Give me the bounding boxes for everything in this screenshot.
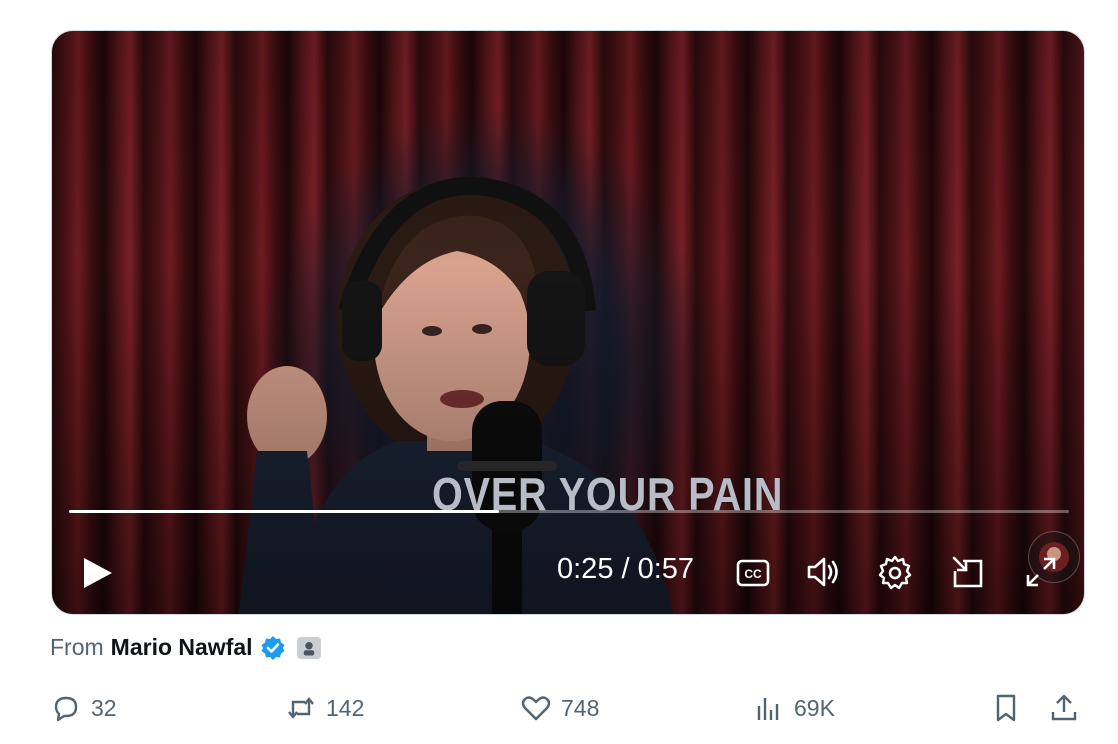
video-player[interactable]: OVER YOUR PAIN 0:25 / 0:57 CC xyxy=(51,30,1085,615)
picture-in-picture-icon[interactable] xyxy=(949,553,987,591)
heart-icon xyxy=(521,696,551,721)
settings-gear-icon[interactable] xyxy=(876,553,914,591)
repost-count: 142 xyxy=(326,694,365,721)
share-icon xyxy=(1051,694,1077,721)
reply-button[interactable]: 32 xyxy=(50,692,117,724)
volume-icon[interactable] xyxy=(804,553,842,591)
play-button[interactable] xyxy=(80,556,114,590)
closed-captions-icon[interactable]: CC xyxy=(734,553,772,591)
bookmark-button[interactable] xyxy=(990,692,1022,724)
time-display: 0:25 / 0:57 xyxy=(557,553,695,585)
share-button[interactable] xyxy=(1048,692,1080,724)
reply-count: 32 xyxy=(91,694,117,721)
repost-icon xyxy=(288,697,314,719)
author-name-link[interactable]: Mario Nawfal xyxy=(111,634,253,661)
tweet-actions-bar: 32 142 748 69K xyxy=(50,692,1090,732)
from-label: From xyxy=(50,634,104,660)
progress-bar[interactable] xyxy=(69,510,1069,513)
progress-fill xyxy=(69,510,499,513)
views-button[interactable]: 69K xyxy=(753,692,835,724)
verified-badge-icon xyxy=(261,635,285,660)
affiliate-badge-icon xyxy=(296,636,321,659)
video-controls: 0:25 / 0:57 CC xyxy=(52,541,1084,601)
svg-text:CC: CC xyxy=(744,567,762,581)
like-count: 748 xyxy=(561,694,600,721)
view-count: 69K xyxy=(794,694,835,721)
repost-button[interactable]: 142 xyxy=(285,692,364,724)
reply-icon xyxy=(54,696,78,722)
source-attribution: From Mario Nawfal xyxy=(50,634,321,661)
bookmark-icon xyxy=(996,694,1016,722)
views-chart-icon xyxy=(757,698,779,720)
like-button[interactable]: 748 xyxy=(520,692,599,724)
fullscreen-icon[interactable] xyxy=(1022,553,1060,591)
